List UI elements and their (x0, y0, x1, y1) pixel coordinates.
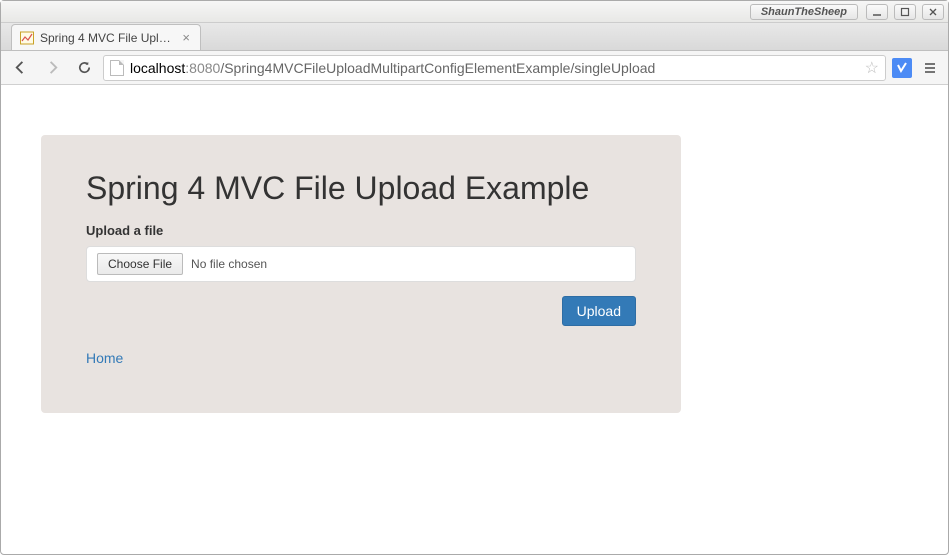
url-text: localhost:8080/Spring4MVCFileUploadMulti… (130, 60, 655, 76)
tab-title: Spring 4 MVC File Upload (40, 31, 176, 45)
page-heading: Spring 4 MVC File Upload Example (86, 170, 636, 207)
url-host: localhost (130, 60, 185, 76)
extension-badge[interactable] (892, 58, 912, 78)
url-path: /Spring4MVCFileUploadMultipartConfigElem… (220, 60, 655, 76)
minimize-button[interactable] (866, 4, 888, 20)
forward-button[interactable] (39, 56, 65, 80)
os-user-label: ShaunTheSheep (750, 4, 858, 20)
tab-close-icon[interactable]: × (182, 31, 190, 44)
form-label: Upload a file (86, 223, 636, 238)
browser-toolbar: localhost:8080/Spring4MVCFileUploadMulti… (1, 51, 948, 85)
close-button[interactable] (922, 4, 944, 20)
browser-tab[interactable]: Spring 4 MVC File Upload × (11, 24, 201, 50)
form-well: Spring 4 MVC File Upload Example Upload … (41, 135, 681, 413)
url-port: :8080 (185, 60, 220, 76)
page-content: Spring 4 MVC File Upload Example Upload … (1, 85, 948, 453)
page-icon (110, 60, 124, 76)
browser-tabstrip: Spring 4 MVC File Upload × (1, 23, 948, 51)
bookmark-star-icon[interactable]: ☆ (865, 58, 879, 78)
maximize-button[interactable] (894, 4, 916, 20)
form-actions: Upload (86, 296, 636, 326)
home-link[interactable]: Home (86, 350, 123, 366)
os-titlebar: ShaunTheSheep (1, 1, 948, 23)
reload-button[interactable] (71, 56, 97, 80)
browser-menu-button[interactable] (918, 56, 942, 80)
back-button[interactable] (7, 56, 33, 80)
window-controls (866, 4, 944, 20)
file-status-text: No file chosen (191, 257, 267, 271)
choose-file-button[interactable]: Choose File (97, 253, 183, 275)
file-input[interactable]: Choose File No file chosen (86, 246, 636, 282)
address-bar[interactable]: localhost:8080/Spring4MVCFileUploadMulti… (103, 55, 886, 81)
upload-button[interactable]: Upload (562, 296, 636, 326)
favicon-icon (20, 31, 34, 45)
